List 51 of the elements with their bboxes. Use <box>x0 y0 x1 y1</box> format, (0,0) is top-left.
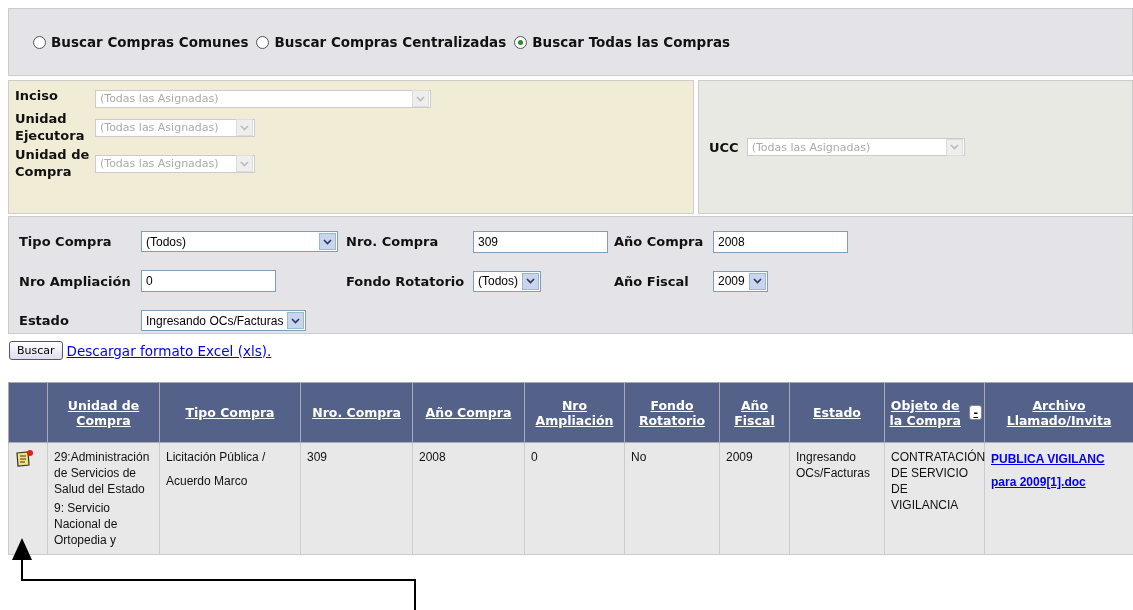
select-field[interactable]: Ingresando OCs/Facturas <box>141 310 307 332</box>
table-cell: 2008 <box>419 450 446 464</box>
field-label: Año Fiscal <box>614 273 690 290</box>
table-cell-text: Licitación Pública / <box>166 449 267 465</box>
input-field[interactable]: 309 <box>473 230 608 253</box>
field-label: Estado <box>19 312 70 330</box>
table-cell-text: 9: Servicio Nacional de Ortopedia y <box>54 500 119 548</box>
select-field[interactable]: (Todos) <box>141 231 338 253</box>
column-header[interactable]: Fondo Rotatorio <box>624 382 720 443</box>
file-link[interactable]: PUBLICA VIGILANC <box>991 449 1105 469</box>
table-cell: No <box>631 450 647 464</box>
file-link[interactable]: para 2009[1].doc <box>991 472 1086 492</box>
field-label: Unidad de Compra <box>15 145 91 180</box>
collapse-button[interactable]: - <box>969 405 982 420</box>
select-field[interactable]: (Todos) <box>473 271 541 292</box>
table-cell: 0 <box>531 450 538 464</box>
table-cell: Ingresando OCs/Facturas <box>796 450 870 480</box>
table-cell: 309 <box>307 450 328 464</box>
field-label: Nro Ampliación <box>19 273 132 290</box>
document-edit-icon[interactable] <box>15 449 35 467</box>
column-header[interactable]: Nro. Compra <box>300 382 413 443</box>
field-label: Fondo Rotatorio <box>346 273 466 290</box>
radio-icon[interactable] <box>514 35 528 49</box>
column-header[interactable]: Nro Ampliación <box>524 382 625 443</box>
table-cell: CONTRATACIÓN DE SERVICIO DE VIGILANCIA <box>891 450 986 512</box>
radio-option[interactable]: Buscar Compras Centralizadas <box>256 34 507 50</box>
field-label: UCC <box>709 138 739 156</box>
table-cell-text: Acuerdo Marco <box>166 473 249 489</box>
radio-icon[interactable] <box>256 35 270 49</box>
column-header[interactable]: Objeto de la Compra - <box>884 382 985 443</box>
input-field[interactable]: 2008 <box>713 230 848 253</box>
excel-download-link[interactable]: Descargar formato Excel (xls). <box>66 342 272 359</box>
column-header[interactable]: Tipo Compra <box>159 382 301 443</box>
column-header[interactable]: Archivo Llamado/Invita <box>984 382 1133 443</box>
field-label: Unidad Ejecutora <box>15 109 86 144</box>
radio-option[interactable]: Buscar Compras Comunes <box>33 34 249 50</box>
field-label: Nro. Compra <box>346 233 440 251</box>
column-header[interactable]: Unidad de Compra <box>47 382 160 443</box>
column-header[interactable]: Estado <box>789 382 885 443</box>
table-cell-text: 29:Administración de Servicios de Salud del Estado <box>54 449 151 497</box>
search-button[interactable]: Buscar <box>9 341 63 360</box>
input-field[interactable]: 0 <box>141 270 276 293</box>
radio-option[interactable]: Buscar Todas las Compras <box>514 34 731 50</box>
column-header[interactable]: Año Compra <box>412 382 525 443</box>
field-label: Tipo Compra <box>19 233 113 251</box>
select-field[interactable]: 2009 <box>713 271 768 292</box>
radio-icon[interactable] <box>33 35 46 49</box>
column-header[interactable]: Año Fiscal <box>719 382 790 443</box>
field-label: Año Compra <box>614 233 705 251</box>
field-label: Inciso <box>15 87 59 105</box>
table-cell: 2009 <box>726 450 753 464</box>
